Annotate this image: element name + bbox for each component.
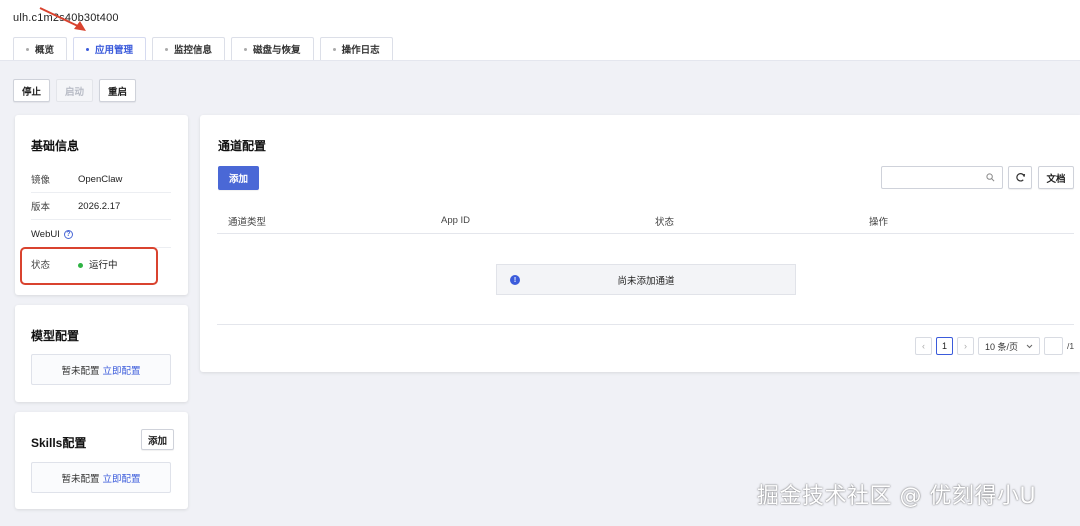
model-config-title: 模型配置 xyxy=(31,329,80,343)
version-value: 2026.2.17 xyxy=(78,200,121,212)
info-icon: ! xyxy=(510,275,520,285)
total-pages: /1 xyxy=(1067,341,1075,351)
empty-notice-text: 尚未添加通道 xyxy=(617,275,675,287)
tab-app-management[interactable]: 应用管理 xyxy=(73,37,147,60)
annotation-arrow-icon xyxy=(39,7,86,31)
basic-info-title: 基础信息 xyxy=(31,139,80,153)
webui-row: WebUI ? xyxy=(31,221,171,248)
restart-button[interactable]: 重启 xyxy=(99,79,137,102)
image-row: 镜像 OpenClaw xyxy=(31,166,171,193)
refresh-icon xyxy=(1015,173,1025,182)
model-empty-box: 暂未配置 立即配置 xyxy=(31,354,171,385)
tab-dot-icon xyxy=(244,47,248,51)
skills-config-title: Skills配置 xyxy=(31,436,87,450)
tab-dot-icon xyxy=(26,47,29,51)
search-input[interactable] xyxy=(881,166,1003,189)
tab-overview[interactable]: 概览 xyxy=(13,37,68,60)
top-bar: ulh.c1m2s40b30t400 概览 应用管理 监控信息 磁盘与恢复 操作… xyxy=(0,0,1080,61)
image-label: 镜像 xyxy=(31,175,51,186)
skills-empty-box: 暂未配置 立即配置 xyxy=(31,462,171,493)
next-page-button[interactable]: › xyxy=(957,337,974,355)
page-size-select[interactable]: 10 条/页 xyxy=(978,337,1040,355)
table-header: 通道类型 App ID 状态 操作 xyxy=(217,208,1074,234)
start-button[interactable]: 启动 xyxy=(56,79,94,102)
channel-config-title: 通道配置 xyxy=(218,139,267,153)
watermark: 掘金技术社区 @ 优刻得小U xyxy=(757,484,1037,509)
model-empty-text: 暂未配置 xyxy=(61,365,100,377)
tab-operation-log[interactable]: 操作日志 xyxy=(319,37,393,60)
empty-notice: ! 尚未添加通道 xyxy=(496,264,796,295)
column-status: 状态 xyxy=(655,216,675,228)
search-icon xyxy=(986,173,995,182)
column-actions: 操作 xyxy=(869,216,889,228)
tab-bar: 概览 应用管理 监控信息 磁盘与恢复 操作日志 xyxy=(13,37,399,60)
version-row: 版本 2026.2.17 xyxy=(31,193,171,220)
docs-button[interactable]: 文档 xyxy=(1038,166,1074,189)
column-channel-type: 通道类型 xyxy=(228,216,267,228)
page-size-value: 10 条/页 xyxy=(985,341,1019,352)
skills-config-card: Skills配置 添加 暂未配置 立即配置 xyxy=(15,412,188,509)
tab-dot-icon xyxy=(332,47,336,51)
action-bar: 停止 启动 重启 xyxy=(13,79,137,102)
add-skill-button[interactable]: 添加 xyxy=(141,429,175,450)
tab-monitoring[interactable]: 监控信息 xyxy=(152,37,226,60)
annotation-highlight-box xyxy=(20,247,158,285)
skills-configure-link[interactable]: 立即配置 xyxy=(103,471,141,485)
prev-page-button[interactable]: ‹ xyxy=(915,337,932,355)
tab-disk-recovery[interactable]: 磁盘与恢复 xyxy=(231,37,314,60)
add-channel-button[interactable]: 添加 xyxy=(218,166,260,190)
help-icon[interactable]: ? xyxy=(63,229,73,239)
table-divider xyxy=(217,324,1074,325)
refresh-button[interactable] xyxy=(1008,166,1032,189)
tab-dot-icon xyxy=(86,47,90,51)
column-app-id: App ID xyxy=(441,215,471,226)
skills-empty-text: 暂未配置 xyxy=(61,473,100,485)
image-value: OpenClaw xyxy=(78,173,123,185)
page-jump-input[interactable] xyxy=(1044,337,1063,355)
webui-label: WebUI xyxy=(31,228,60,240)
channel-config-card: 通道配置 添加 文档 通道类型 App ID 状态 操作 ! 尚未添加通道 ‹ … xyxy=(200,115,1080,372)
model-configure-link[interactable]: 立即配置 xyxy=(103,363,141,377)
page-1-button[interactable]: 1 xyxy=(936,337,953,355)
stop-button[interactable]: 停止 xyxy=(13,79,51,102)
tab-dot-icon xyxy=(165,47,169,51)
chevron-down-icon xyxy=(1026,344,1033,348)
pagination: ‹ 1 › 10 条/页 /1 xyxy=(915,337,1074,355)
version-label: 版本 xyxy=(31,202,51,213)
model-config-card: 模型配置 暂未配置 立即配置 xyxy=(15,305,188,402)
